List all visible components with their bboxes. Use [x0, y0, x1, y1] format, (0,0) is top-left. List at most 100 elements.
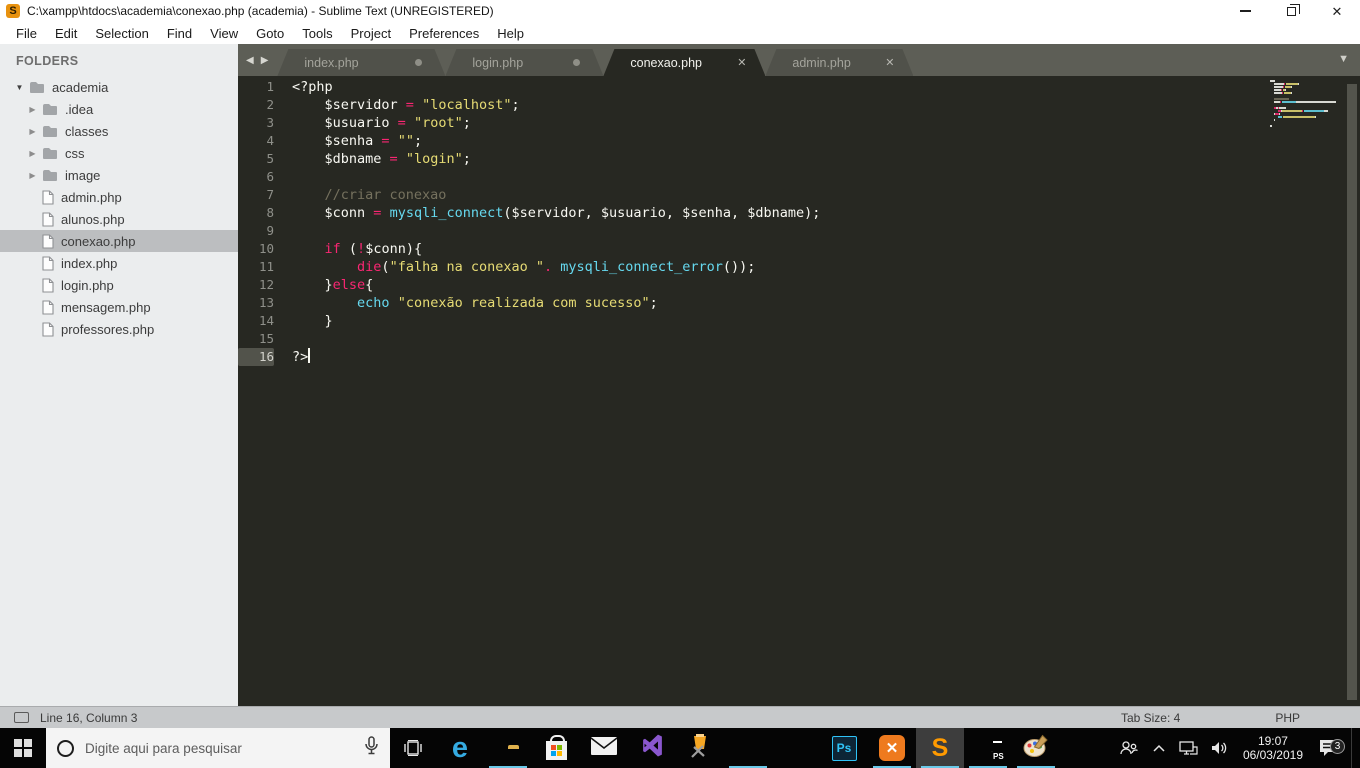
show-desktop-button[interactable]: [1351, 728, 1356, 768]
chrome-taskbar-button[interactable]: [724, 728, 772, 768]
code-line[interactable]: 7 //criar conexao: [238, 186, 1360, 204]
minimap-line: [1270, 122, 1340, 124]
editor-scrollbar[interactable]: [1347, 84, 1357, 700]
file-item-mensagem-php[interactable]: mensagem.php: [0, 296, 238, 318]
folder-item--idea[interactable]: ▶ .idea: [0, 98, 238, 120]
code-line[interactable]: 2 $servidor = "localhost";: [238, 96, 1360, 114]
menu-project[interactable]: Project: [342, 26, 400, 41]
tab-conexao-php[interactable]: conexao.php ✕: [603, 49, 765, 76]
xampp-taskbar-button[interactable]: ✕: [868, 728, 916, 768]
code-line[interactable]: 10 if (!$conn){: [238, 240, 1360, 258]
cortana-icon: [57, 739, 74, 757]
microphone-icon[interactable]: [364, 736, 379, 760]
action-center-button[interactable]: 3: [1312, 738, 1351, 758]
close-button[interactable]: ✕: [1314, 0, 1360, 22]
chevron-collapsed-icon[interactable]: ▶: [27, 127, 38, 136]
phpstorm-taskbar-button[interactable]: PS: [964, 728, 1012, 768]
code-line[interactable]: 3 $usuario = "root";: [238, 114, 1360, 132]
xampp-setup-taskbar-button[interactable]: [676, 728, 724, 768]
menu-preferences[interactable]: Preferences: [400, 26, 488, 41]
sublime-text-taskbar-button[interactable]: S: [916, 728, 964, 768]
edge-icon: e: [451, 731, 469, 764]
file-item-conexao-php[interactable]: conexao.php: [0, 230, 238, 252]
restore-button[interactable]: [1268, 0, 1314, 22]
syntax-status[interactable]: PHP: [1275, 711, 1300, 725]
edge-taskbar-button[interactable]: e: [436, 728, 484, 768]
menu-file[interactable]: File: [7, 26, 46, 41]
tab-bar: ◀ ▶ index.php login.php conexao.php ✕ admin.…: [238, 44, 1360, 76]
code-line[interactable]: 15: [238, 330, 1360, 348]
code-line[interactable]: 6: [238, 168, 1360, 186]
menu-tools[interactable]: Tools: [293, 26, 341, 41]
chevron-collapsed-icon[interactable]: ▶: [27, 105, 38, 114]
code-editor[interactable]: 1 <?php 2 $servidor = "localhost"; 3 $usuar…: [238, 76, 1360, 706]
code-line[interactable]: 9: [238, 222, 1360, 240]
sublime-text-icon: S: [931, 733, 949, 762]
task-view-button[interactable]: [390, 728, 436, 768]
clock[interactable]: 19:07 06/03/2019: [1234, 734, 1312, 762]
menu-find[interactable]: Find: [158, 26, 201, 41]
console-panel-icon[interactable]: [14, 712, 29, 723]
taskbar-search-box[interactable]: Digite aqui para pesquisar: [46, 728, 390, 768]
code-line[interactable]: 16 ?>: [238, 348, 1360, 366]
tab-close-icon[interactable]: ✕: [885, 56, 894, 69]
minimap[interactable]: [1270, 80, 1340, 128]
paint-taskbar-button[interactable]: [1012, 728, 1060, 768]
tab-size-status[interactable]: Tab Size: 4: [1121, 711, 1180, 725]
code-line[interactable]: 4 $senha = "";: [238, 132, 1360, 150]
code-line[interactable]: 12 }else{: [238, 276, 1360, 294]
folder-item-academia[interactable]: ▼ academia: [0, 76, 238, 98]
folder-icon: [42, 125, 58, 137]
android-studio-taskbar-button[interactable]: [772, 728, 820, 768]
code-line[interactable]: 11 die("falha na conexao ". mysqli_conne…: [238, 258, 1360, 276]
tab-close-icon[interactable]: ✕: [737, 56, 746, 69]
menu-goto[interactable]: Goto: [247, 26, 293, 41]
line-number: 12: [258, 277, 274, 292]
tab-index-php[interactable]: index.php: [277, 49, 445, 76]
tab-login-php[interactable]: login.php: [445, 49, 603, 76]
visual-studio-taskbar-button[interactable]: [628, 728, 676, 768]
folder-item-css[interactable]: ▶ css: [0, 142, 238, 164]
tab-history-forward-icon[interactable]: ▶: [261, 55, 269, 66]
file-item-index-php[interactable]: index.php: [0, 252, 238, 274]
tab-admin-php[interactable]: admin.php ✕: [765, 49, 913, 76]
folder-item-image[interactable]: ▶ image: [0, 164, 238, 186]
file-item-alunos-php[interactable]: alunos.php: [0, 208, 238, 230]
file-explorer-taskbar-button[interactable]: [484, 728, 532, 768]
menu-view[interactable]: View: [201, 26, 247, 41]
mail-taskbar-button[interactable]: [580, 728, 628, 768]
minimap-line: [1270, 98, 1340, 100]
minimize-button[interactable]: [1222, 0, 1268, 22]
chevron-collapsed-icon[interactable]: ▶: [27, 149, 38, 158]
tab-overflow-icon[interactable]: ▼: [1338, 53, 1349, 65]
file-item-professores-php[interactable]: professores.php: [0, 318, 238, 340]
start-button[interactable]: [0, 728, 46, 768]
folder-name: academia: [52, 79, 109, 95]
window-title: C:\xampp\htdocs\academia\conexao.php (ac…: [27, 4, 494, 18]
code-line[interactable]: 1 <?php: [238, 78, 1360, 96]
file-item-login-php[interactable]: login.php: [0, 274, 238, 296]
menu-help[interactable]: Help: [488, 26, 533, 41]
menu-edit[interactable]: Edit: [46, 26, 86, 41]
people-icon[interactable]: [1114, 740, 1144, 756]
chevron-expanded-icon[interactable]: ▼: [14, 83, 25, 92]
tab-history-back-icon[interactable]: ◀: [246, 55, 254, 66]
code-line[interactable]: 13 echo "conexão realizada com sucesso";: [238, 294, 1360, 312]
file-icon: [42, 299, 54, 315]
editor-pane: ◀ ▶ index.php login.php conexao.php ✕ admin.…: [238, 44, 1360, 706]
file-item-admin-php[interactable]: admin.php: [0, 186, 238, 208]
tray-chevron-up-icon[interactable]: [1144, 743, 1174, 753]
chevron-collapsed-icon[interactable]: ▶: [27, 171, 38, 180]
code-line[interactable]: 8 $conn = mysqli_connect($servidor, $usu…: [238, 204, 1360, 222]
menu-selection[interactable]: Selection: [86, 26, 157, 41]
network-icon[interactable]: [1174, 740, 1204, 756]
code-line[interactable]: 5 $dbname = "login";: [238, 150, 1360, 168]
code-line-text: $conn = mysqli_connect($servidor, $usuar…: [324, 205, 821, 221]
code-line[interactable]: 14 }: [238, 312, 1360, 330]
volume-icon[interactable]: [1204, 740, 1234, 756]
file-icon: [42, 189, 54, 205]
folder-item-classes[interactable]: ▶ classes: [0, 120, 238, 142]
photoshop-taskbar-button[interactable]: Ps: [820, 728, 868, 768]
microsoft-store-taskbar-button[interactable]: [532, 728, 580, 768]
file-icon: [42, 321, 54, 337]
